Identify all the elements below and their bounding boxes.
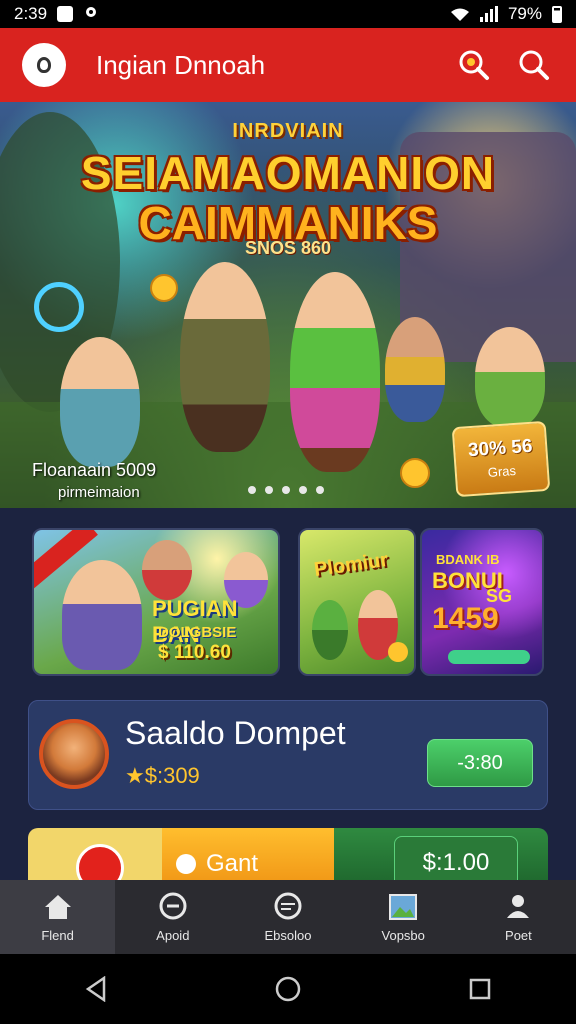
search-icon [519,50,549,80]
nav-item-home[interactable]: Flend [0,880,116,954]
strip-card-brand[interactable] [28,828,162,880]
chat-icon [158,892,188,922]
circle-home-icon [275,976,301,1002]
promo-character [142,540,192,600]
system-navigation [0,954,576,1024]
search-coin-icon [459,50,489,80]
discount-badge-label: Gras [487,463,517,480]
signal-icon [479,6,498,22]
coin-icon [150,274,178,302]
search-button[interactable] [514,45,554,85]
nav-label: Apoid [156,927,190,943]
nav-label: Ebsoloo [264,927,312,943]
recents-button[interactable] [460,969,500,1009]
carousel-dot[interactable] [282,486,290,494]
promo-3-label: BDANK IB [436,552,500,567]
image-icon [388,892,418,922]
promo-character [312,600,348,660]
battery-percentage: 79% [507,4,542,23]
character-hero-1 [180,262,270,452]
hero-subtitle: SNOS 860 [244,238,332,258]
promo-card-2[interactable]: Plomiur [298,528,416,676]
logo-icon [37,57,51,73]
hero-banner[interactable]: INRDVIAIN SEIAMAOMANION CAIMMANIKS SNOS … [0,102,576,508]
nav-item-gallery[interactable]: Vopsbo [346,880,461,954]
app-logo[interactable] [22,43,66,87]
nav-item-profile[interactable]: Poet [461,880,576,954]
home-system-button[interactable] [268,969,308,1009]
bottom-navigation: Flend Apoid Ebsoloo Vopsbo Poet [0,880,576,954]
hero-caption-sub: pirmeimaion [58,484,140,501]
nav-item-messages[interactable]: Ebsoloo [230,880,345,954]
carousel-dot[interactable] [248,486,256,494]
wallet-card: Saaldo Dompet ★$:309 -3:80 [28,700,548,810]
avatar[interactable] [39,719,109,789]
strip-card-amount[interactable]: $:1.00 [334,828,548,880]
character-kid-left [60,337,140,467]
gift-label: Gant [206,850,259,877]
app-title: Ingian Dnnoah [96,49,266,80]
carousel-indicator [248,486,324,494]
home-icon [43,892,73,922]
hero-supertitle: INRDVIAIN [232,120,344,142]
nav-label: Flend [41,927,74,943]
app-bar: Ingian Dnnoah [0,28,576,102]
character-kid-right-2 [475,327,545,427]
promo-character [62,560,142,670]
search-coin-button[interactable] [454,45,494,85]
hero-title-line1: SEIAMAOMANION [80,147,496,199]
promo-1-subtitle: DOLGBSIE [158,624,237,641]
promo-3-button[interactable] [448,650,530,664]
strip-card-gift[interactable]: Gant [162,828,334,880]
carousel-dot[interactable] [299,486,307,494]
carousel-dot[interactable] [265,486,273,494]
status-time: 2:39 [14,4,48,23]
profile-icon [503,892,533,922]
promo-3-value: 1459 [432,602,499,635]
wallet-topup-button[interactable]: -3:80 [427,739,533,787]
coin-icon [400,458,430,488]
nav-item-chat[interactable]: Apoid [115,880,230,954]
wallet-balance-value: $:309 [144,763,200,788]
character-hero-2 [290,272,380,472]
brand-logo-icon [76,844,124,880]
star-icon: ★ [125,763,145,788]
hero-caption: Floanaain 5009 [32,460,157,480]
character-kid-right-1 [385,317,445,422]
gift-icon [176,854,196,874]
wifi-icon [450,7,470,21]
settings-status-icon [83,4,99,25]
square-recents-icon [469,978,491,1000]
promo-2-title: Plomiur [312,548,390,582]
nav-label: Vopsbo [381,927,425,943]
discount-badge-value: 30% 56 [467,435,534,462]
promo-card-3[interactable]: BDANK IB BONUI SG 1459 [420,528,544,676]
wallet-title: Saaldo Dompet [125,715,346,751]
message-icon [273,892,303,922]
coin-icon [388,642,408,662]
promo-1-price: $ 110.60 [158,642,231,663]
carousel-dot[interactable] [316,486,324,494]
back-button[interactable] [76,969,116,1009]
battery-icon [552,5,562,23]
amount-button[interactable]: $:1.00 [394,836,518,880]
nav-label: Poet [505,927,532,943]
discount-badge[interactable]: 30% 56 Gras [451,420,551,498]
portal-icon [34,282,84,332]
promo-card-1[interactable]: PUGIAN BAN DOLGBSIE $ 110.60 [32,528,280,676]
back-icon [85,976,106,1002]
notification-icon [57,6,74,22]
status-bar: 2:39 79% [0,0,576,28]
wallet-balance: ★$:309 [125,763,200,789]
